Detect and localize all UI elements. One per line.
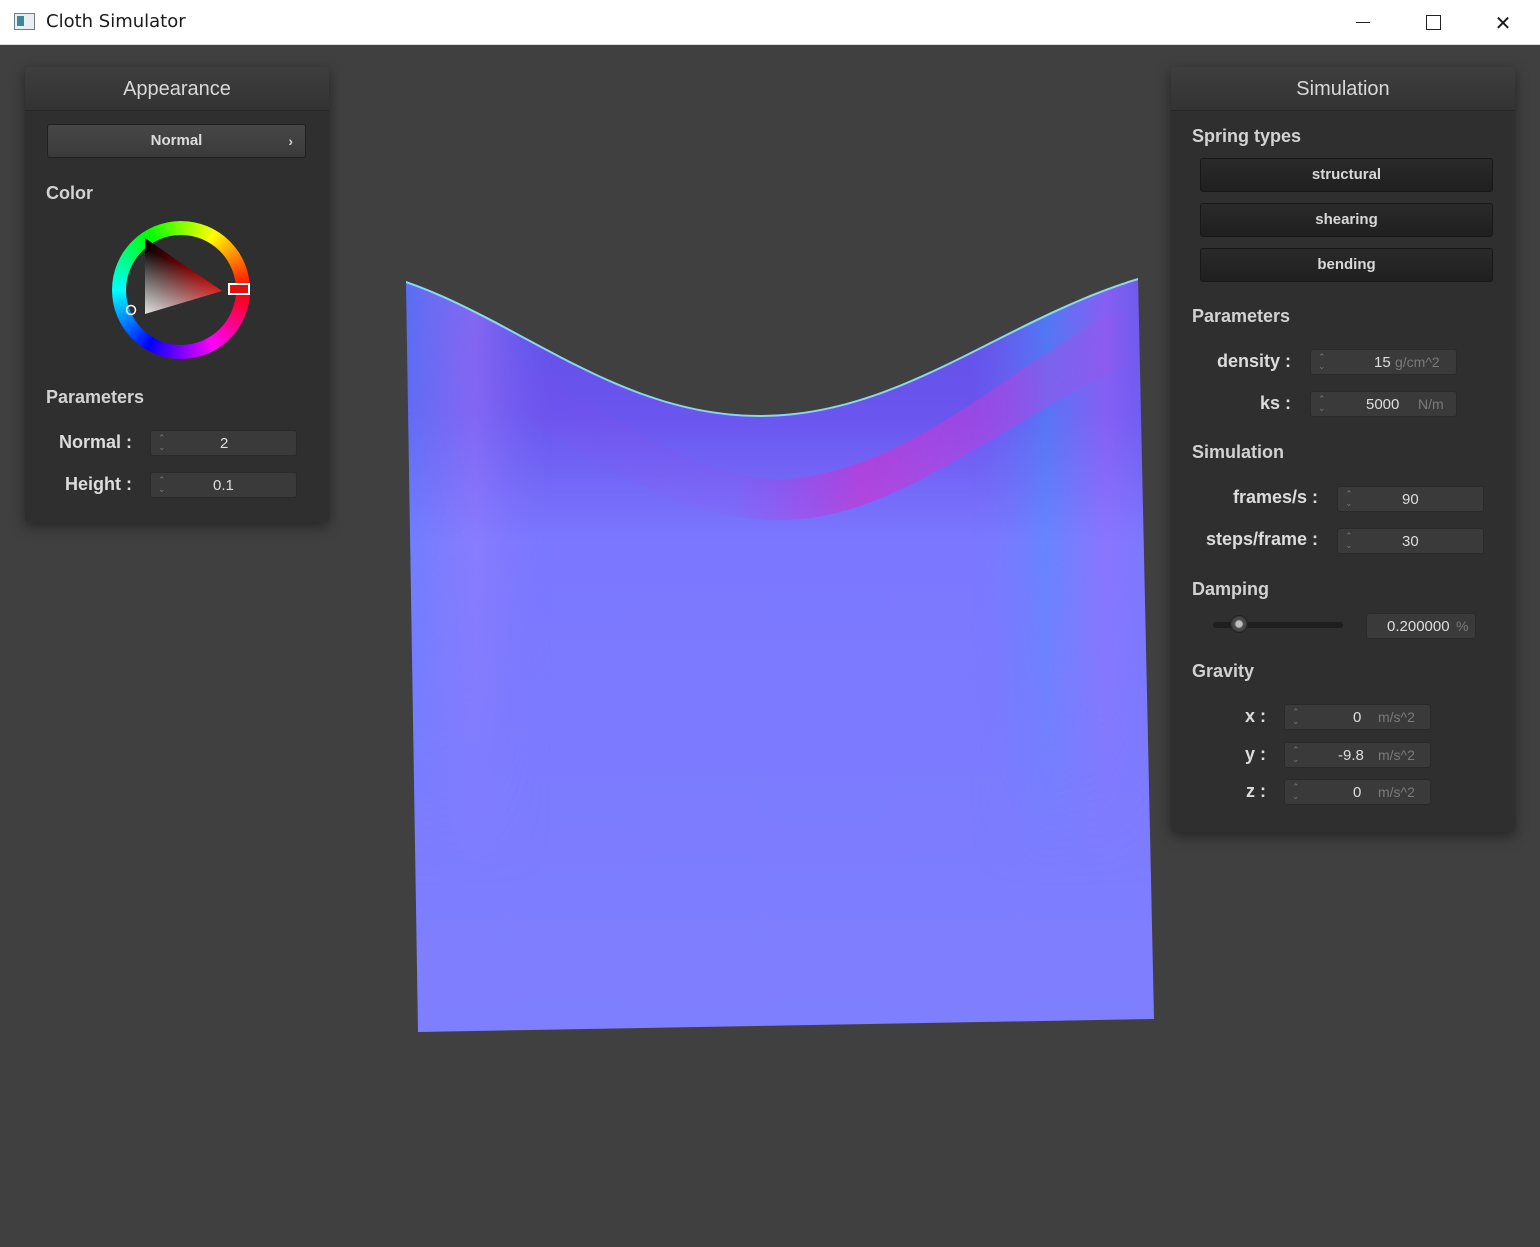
- color-triangle[interactable]: [126, 235, 236, 345]
- spring-types-title: Spring types: [1192, 126, 1302, 146]
- gravity-z-label: z :: [1246, 781, 1266, 801]
- minimize-button[interactable]: [1328, 0, 1398, 45]
- close-icon: ✕: [1494, 10, 1512, 35]
- spinner-icon[interactable]: ⌃ ⌄: [1318, 353, 1326, 371]
- damping-slider-handle[interactable]: [1230, 615, 1248, 633]
- color-selector-handle: [126, 304, 137, 316]
- simulation-parameters-title: Parameters: [1192, 306, 1291, 326]
- color-wheel-center: [126, 235, 236, 345]
- damping-title: Damping: [1192, 579, 1270, 599]
- fps-label: frames/s :: [1232, 487, 1318, 507]
- app-icon: [14, 13, 35, 30]
- height-input[interactable]: ⌃ ⌄ 0.1: [150, 472, 297, 498]
- spinner-icon[interactable]: ⌃ ⌄: [1292, 708, 1300, 726]
- normal-label: Normal :: [58, 432, 132, 452]
- density-input[interactable]: ⌃ ⌄ 15 g/cm^2: [1310, 349, 1457, 375]
- structural-toggle[interactable]: structural: [1200, 158, 1493, 192]
- close-button[interactable]: ✕: [1468, 0, 1538, 45]
- color-section-title: Color: [46, 183, 93, 203]
- minimize-icon: [1356, 21, 1370, 24]
- spinner-icon[interactable]: ⌃ ⌄: [1292, 746, 1300, 764]
- gravity-x-input[interactable]: ⌃ ⌄ 0 m/s^2: [1284, 704, 1431, 730]
- height-label: Height :: [65, 474, 132, 494]
- shearing-toggle[interactable]: shearing: [1200, 203, 1493, 237]
- hue-selector-handle[interactable]: [228, 283, 250, 295]
- spinner-icon[interactable]: ⌃ ⌄: [1345, 490, 1353, 508]
- fps-input[interactable]: ⌃ ⌄ 90: [1337, 486, 1484, 512]
- density-label: density :: [1216, 351, 1291, 371]
- gravity-y-label: y :: [1244, 744, 1266, 764]
- gravity-y-input[interactable]: ⌃ ⌄ -9.8 m/s^2: [1284, 742, 1431, 768]
- spinner-icon[interactable]: ⌃ ⌄: [1345, 532, 1353, 550]
- shader-dropdown-value: Normal: [150, 132, 203, 149]
- appearance-panel: Appearance Normal › Color Parameters Nor…: [25, 67, 329, 522]
- simulation-panel-header: Simulation: [1171, 67, 1515, 111]
- steps-input[interactable]: ⌃ ⌄ 30: [1337, 528, 1484, 554]
- ks-input[interactable]: ⌃ ⌄ 5000 N/m: [1310, 391, 1457, 417]
- shader-dropdown[interactable]: Normal ›: [47, 124, 306, 158]
- maximize-icon: [1425, 15, 1441, 30]
- color-wheel[interactable]: [112, 221, 250, 359]
- spinner-icon[interactable]: ⌃ ⌄: [158, 476, 166, 494]
- title-bar: Cloth Simulator ✕: [0, 0, 1540, 45]
- window-title: Cloth Simulator: [46, 11, 186, 32]
- spinner-icon[interactable]: ⌃ ⌄: [1318, 395, 1326, 413]
- spinner-icon[interactable]: ⌃ ⌄: [1292, 783, 1300, 801]
- steps-label: steps/frame :: [1205, 529, 1318, 549]
- cloth-mesh: [406, 278, 1154, 1032]
- simulation-section-title: Simulation: [1192, 442, 1285, 462]
- appearance-panel-header: Appearance: [25, 67, 329, 111]
- simulation-panel: Simulation Spring types structural shear…: [1171, 67, 1515, 832]
- ks-label: ks :: [1259, 393, 1291, 413]
- spinner-icon[interactable]: ⌃ ⌄: [158, 434, 166, 452]
- gravity-z-input[interactable]: ⌃ ⌄ 0 m/s^2: [1284, 779, 1431, 805]
- bending-toggle[interactable]: bending: [1200, 248, 1493, 282]
- chevron-right-icon: ›: [288, 133, 293, 149]
- damping-value-box[interactable]: 0.200000 %: [1366, 613, 1476, 639]
- gravity-x-label: x :: [1244, 706, 1266, 726]
- gravity-title: Gravity: [1192, 661, 1255, 681]
- appearance-parameters-title: Parameters: [46, 387, 145, 407]
- normal-input[interactable]: ⌃ ⌄ 2: [150, 430, 297, 456]
- maximize-button[interactable]: [1398, 0, 1468, 45]
